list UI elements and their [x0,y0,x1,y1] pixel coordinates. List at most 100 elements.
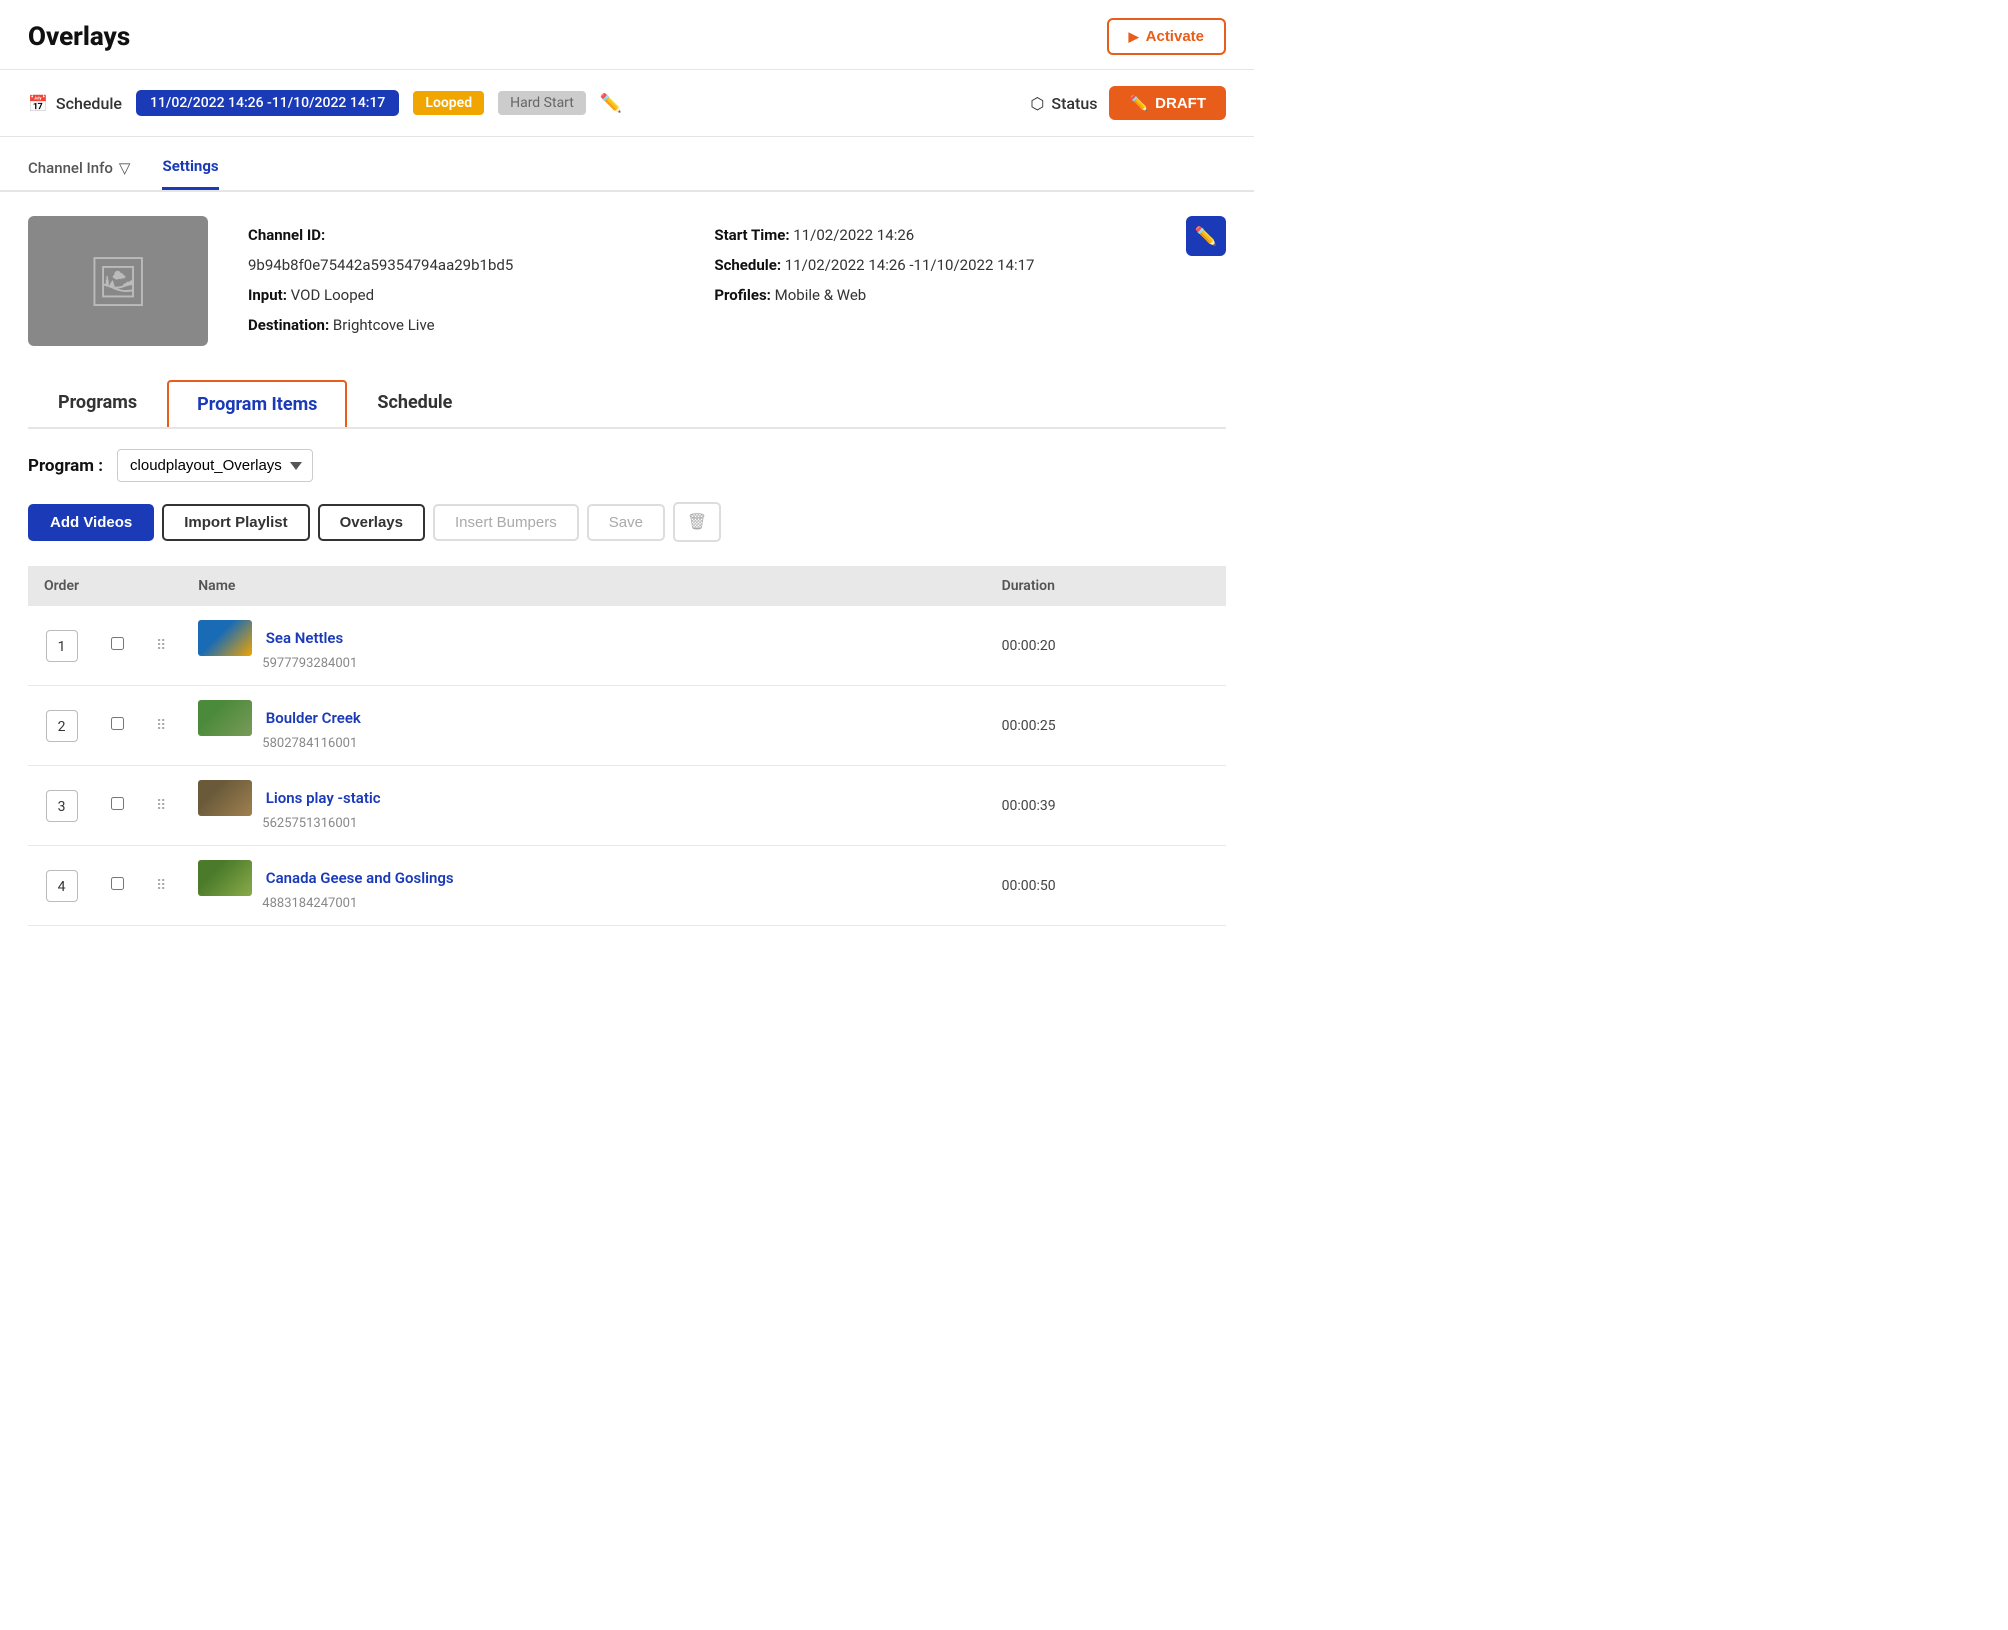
activate-button[interactable]: ▶ Activate [1107,18,1226,55]
drag-handle[interactable]: ⠿ [140,606,182,686]
item-thumbnail [198,780,252,816]
profiles-row: Profiles: Mobile & Web [714,286,1226,304]
channel-thumbnail: 🖼 [28,216,208,346]
program-select[interactable]: cloudplayout_Overlays [117,449,313,482]
action-buttons: Add Videos Import Playlist Overlays Inse… [28,502,1226,542]
schedule-right: ⬡ Status ✏️ DRAFT [1030,86,1226,120]
checkbox-cell[interactable] [95,846,140,926]
order-cell: 4 [28,846,95,926]
import-playlist-button[interactable]: Import Playlist [162,504,309,541]
program-tabs-row: Programs Program Items Schedule [28,378,1226,429]
row-checkbox[interactable] [111,797,124,810]
delete-button[interactable]: 🗑 [673,502,721,542]
row-checkbox[interactable] [111,717,124,730]
table-row: 3 ⠿ Lions play -static 5625751316001 00:… [28,766,1226,846]
hard-start-badge[interactable]: Hard Start [498,91,586,115]
duration-cell: 00:00:39 [986,766,1226,846]
edit-channel-button[interactable]: ✏️ [1186,216,1226,256]
channel-id-row: Channel ID: [248,226,674,244]
order-number: 2 [46,710,78,742]
checkbox-cell[interactable] [95,686,140,766]
item-thumbnail [198,620,252,656]
row-checkbox[interactable] [111,877,124,890]
item-name[interactable]: Sea Nettles [266,629,343,647]
page-title: Overlays [28,22,130,52]
name-cell: Canada Geese and Goslings 4883184247001 [182,846,985,926]
row-checkbox[interactable] [111,637,124,650]
tab-program-items[interactable]: Program Items [167,380,347,427]
duration-cell: 00:00:20 [986,606,1226,686]
overlays-button[interactable]: Overlays [318,504,425,541]
order-number: 3 [46,790,78,822]
name-cell: Lions play -static 5625751316001 [182,766,985,846]
tab-channel-info-label: Channel Info [28,159,113,177]
name-cell: Sea Nettles 5977793284001 [182,606,985,686]
top-header: Overlays ▶ Activate [0,0,1254,70]
item-name[interactable]: Boulder Creek [266,709,361,727]
insert-bumpers-button: Insert Bumpers [433,504,579,541]
destination-row: Destination: Brightcove Live [248,316,674,334]
table-header-row: Order Name Duration [28,566,1226,606]
duration-cell: 00:00:50 [986,846,1226,926]
order-cell: 2 [28,686,95,766]
checkbox-cell[interactable] [95,606,140,686]
item-id: 4883184247001 [262,896,969,911]
status-label: ⬡ Status [1030,94,1097,113]
edit-schedule-button[interactable]: ✏️ [600,93,622,114]
drag-handle[interactable]: ⠿ [140,766,182,846]
name-cell: Boulder Creek 5802784116001 [182,686,985,766]
item-id: 5802784116001 [262,736,969,751]
table-row: 2 ⠿ Boulder Creek 5802784116001 00:00:25 [28,686,1226,766]
tabs-row: Channel Info ▽ Settings [0,141,1254,192]
item-name[interactable]: Lions play -static [266,789,381,807]
input-row: Input: VOD Looped [248,286,674,304]
trash-icon: 🗑 [687,514,707,531]
item-id: 5625751316001 [262,816,969,831]
item-name[interactable]: Canada Geese and Goslings [266,869,454,887]
pencil-icon: ✏️ [1129,94,1148,112]
order-cell: 3 [28,766,95,846]
looped-badge[interactable]: Looped [413,91,484,115]
layers-icon: ⬡ [1030,94,1044,113]
order-cell: 1 [28,606,95,686]
draft-button[interactable]: ✏️ DRAFT [1109,86,1226,120]
col-check [95,566,140,606]
schedule-row: Schedule: 11/02/2022 14:26 -11/10/2022 1… [714,256,1226,274]
schedule-label: 📅 Schedule [28,94,122,113]
drag-handle[interactable]: ⠿ [140,686,182,766]
program-selector-label: Program : [28,456,103,476]
order-number: 1 [46,630,78,662]
image-placeholder-icon: 🖼 [88,253,149,310]
table-row: 1 ⠿ Sea Nettles 5977793284001 00:00:20 [28,606,1226,686]
drag-handle[interactable]: ⠿ [140,846,182,926]
schedule-bar: 📅 Schedule 11/02/2022 14:26 -11/10/2022 … [0,70,1254,137]
col-order: Order [28,566,95,606]
col-duration: Duration [986,566,1226,606]
program-items-table: Order Name Duration 1 ⠿ Sea Nettles 5977… [28,566,1226,926]
item-thumbnail [198,700,252,736]
save-button: Save [587,504,665,541]
channel-info-section: 🖼 Channel ID: 9b94b8f0e75442a59354794aa2… [28,216,1226,346]
tab-settings-label: Settings [162,157,218,175]
channel-right: Start Time: 11/02/2022 14:26 Schedule: 1… [714,216,1226,316]
duration-cell: 00:00:25 [986,686,1226,766]
order-number: 4 [46,870,78,902]
play-icon: ▶ [1129,29,1139,45]
item-id: 5977793284001 [262,656,969,671]
tab-schedule[interactable]: Schedule [347,378,482,427]
main-content: 🖼 Channel ID: 9b94b8f0e75442a59354794aa2… [0,192,1254,950]
tab-channel-info[interactable]: Channel Info ▽ [28,143,130,189]
calendar-icon: 📅 [28,94,48,113]
schedule-date-badge[interactable]: 11/02/2022 14:26 -11/10/2022 14:17 [136,90,399,116]
tab-programs[interactable]: Programs [28,378,167,427]
start-time-row: Start Time: 11/02/2022 14:26 [714,226,1226,244]
tab-settings[interactable]: Settings [162,141,218,190]
program-selector-row: Program : cloudplayout_Overlays [28,449,1226,482]
col-name: Name [182,566,985,606]
table-row: 4 ⠿ Canada Geese and Goslings 4883184247… [28,846,1226,926]
checkbox-cell[interactable] [95,766,140,846]
add-videos-button[interactable]: Add Videos [28,504,154,541]
item-thumbnail [198,860,252,896]
channel-details: Channel ID: 9b94b8f0e75442a59354794aa29b… [248,216,674,346]
col-drag [140,566,182,606]
